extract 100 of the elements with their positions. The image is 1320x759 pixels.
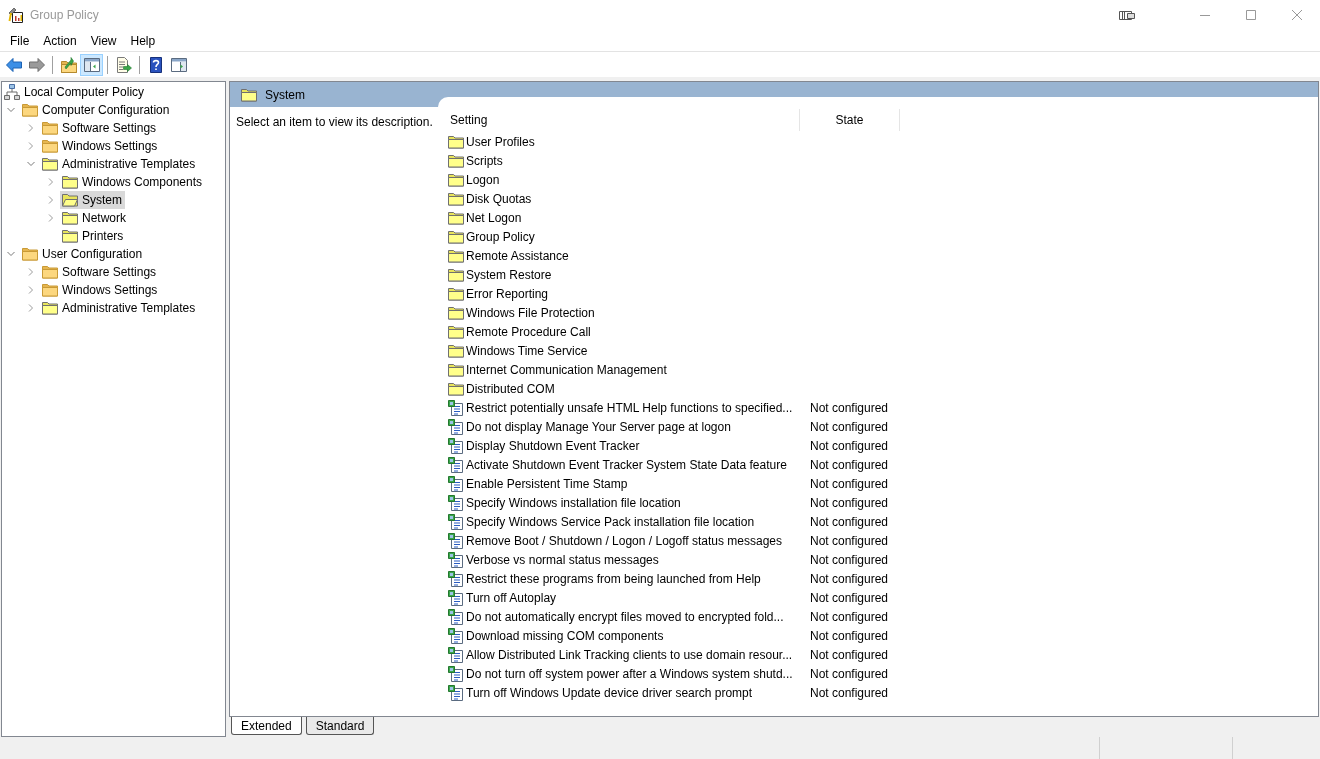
folder-item[interactable]: Remote Procedure Call [448,322,591,341]
setting-icon [448,475,464,492]
chevron-right-icon[interactable] [47,214,55,222]
folder-item[interactable]: Internet Communication Management [448,360,667,379]
folder-icon [448,228,464,245]
folder-icon [448,152,464,169]
state-cell-text: Not configured [809,494,889,512]
tree-item[interactable]: Windows Components [60,173,206,191]
setting-icon [448,608,464,625]
setting-item[interactable]: Remove Boot / Shutdown / Logon / Logoff status messages [448,531,782,550]
folder-icon [22,102,38,118]
chevron-down-icon[interactable] [7,250,15,258]
setting-item[interactable]: Activate Shutdown Event Tracker System State Data feature [448,455,787,474]
tree-item[interactable]: Administrative Templates [40,155,199,173]
folder-icon [448,361,464,378]
tree-item[interactable]: Windows Settings [40,137,161,155]
setting-item[interactable]: Do not automatically encrypt files moved to encrypted fold... [448,607,784,626]
folder-item[interactable]: Scripts [448,151,503,170]
tree-item[interactable]: Printers [60,227,127,245]
minimize-icon [1200,14,1210,16]
setting-item[interactable]: Specify Windows Service Pack installation file location [448,512,755,531]
tree-item[interactable]: User Configuration [20,245,146,263]
state-cell-text: Not configured [809,627,889,645]
state-cell-text: Not configured [809,418,889,436]
menu-item[interactable]: Help [123,30,163,51]
folder-item[interactable]: Windows Time Service [448,341,588,360]
tree-item[interactable]: Software Settings [40,263,160,281]
setting-item[interactable]: Restrict potentially unsafe HTML Help functions to specified... [448,398,793,417]
state-cell-text: Not configured [809,570,889,588]
setting-item[interactable]: Allow Distributed Link Tracking clients to use domain resour... [448,645,793,664]
setting-item[interactable]: Verbose vs normal status messages [448,550,659,569]
state-cell-text: Not configured [809,684,889,702]
menu-item[interactable]: Action [36,30,84,51]
folder-item[interactable]: Disk Quotas [448,189,532,208]
folder-icon [62,228,78,244]
tree-item[interactable]: Computer Configuration [20,101,173,119]
folder-icon [448,133,464,150]
setting-item[interactable]: Do not turn off system power after a Windows system shutd... [448,664,793,683]
setting-icon [448,437,464,454]
menu-item[interactable]: View [83,30,124,51]
state-cell-text: Not configured [809,589,889,607]
chevron-down-icon[interactable] [27,160,35,168]
folder-item[interactable]: System Restore [448,265,552,284]
folder-icon [448,266,464,283]
folder-item[interactable]: Distributed COM [448,379,555,398]
state-cell-text: Not configured [809,532,889,550]
setting-icon [448,494,464,511]
chevron-down-icon[interactable] [7,106,15,114]
folder-icon [42,138,58,154]
chevron-right-icon[interactable] [47,178,55,186]
chevron-right-icon[interactable] [27,286,35,294]
tree-item[interactable]: System [60,191,125,209]
setting-item[interactable]: Display Shutdown Event Tracker [448,436,640,455]
chevron-right-icon[interactable] [27,142,35,150]
maximize-icon [1246,10,1256,20]
folder-icon [42,264,58,280]
split-window-icon [170,56,187,73]
chevron-right-icon[interactable] [27,268,35,276]
setting-item[interactable]: Turn off Windows Update device driver search prompt [448,683,753,702]
chevron-right-icon[interactable] [27,304,35,312]
chevron-right-icon[interactable] [27,124,35,132]
tree-item[interactable]: Network [60,209,129,227]
console-tree-button[interactable] [80,53,103,76]
arrow-left-icon [5,56,22,73]
folder-icon [448,342,464,359]
folder-item[interactable]: Remote Assistance [448,246,569,265]
setting-item[interactable]: Do not display Manage Your Server page at logon [448,417,731,436]
folder-icon [448,380,464,397]
setting-item[interactable]: Turn off Autoplay [448,588,557,607]
folder-item[interactable]: Net Logon [448,208,522,227]
state-cell-text: Not configured [809,513,889,531]
folder-item[interactable]: Group Policy [448,227,535,246]
state-cell-text: Not configured [809,399,889,417]
setting-item[interactable]: Download missing COM components [448,626,664,645]
folder-item[interactable]: Logon [448,170,500,189]
view-tab[interactable]: Standard [305,717,375,735]
tree-item[interactable]: Windows Settings [40,281,161,299]
folder-icon [42,156,58,172]
setting-icon [448,646,464,663]
view-tab[interactable]: Extended [231,717,302,735]
menu-item[interactable]: File [3,30,37,51]
folder-item[interactable]: Windows File Protection [448,303,595,322]
open-folder-icon [62,192,78,208]
tree-item[interactable]: Software Settings [40,119,160,137]
folder-icon [448,171,464,188]
tree-item[interactable]: Administrative Templates [40,299,199,317]
setting-icon [448,665,464,682]
column-header[interactable]: Setting [448,109,800,131]
column-header[interactable]: State [800,109,900,131]
folder-icon [448,285,464,302]
setting-icon [448,589,464,606]
folder-icon [42,120,58,136]
tree-item[interactable]: Local Computer Policy [2,83,148,101]
chevron-right-icon[interactable] [47,196,55,204]
setting-item[interactable]: Enable Persistent Time Stamp [448,474,628,493]
setting-item[interactable]: Specify Windows installation file location [448,493,681,512]
folder-item[interactable]: User Profiles [448,132,535,151]
setting-icon [448,418,464,435]
folder-item[interactable]: Error Reporting [448,284,549,303]
setting-item[interactable]: Restrict these programs from being launched from Help [448,569,761,588]
